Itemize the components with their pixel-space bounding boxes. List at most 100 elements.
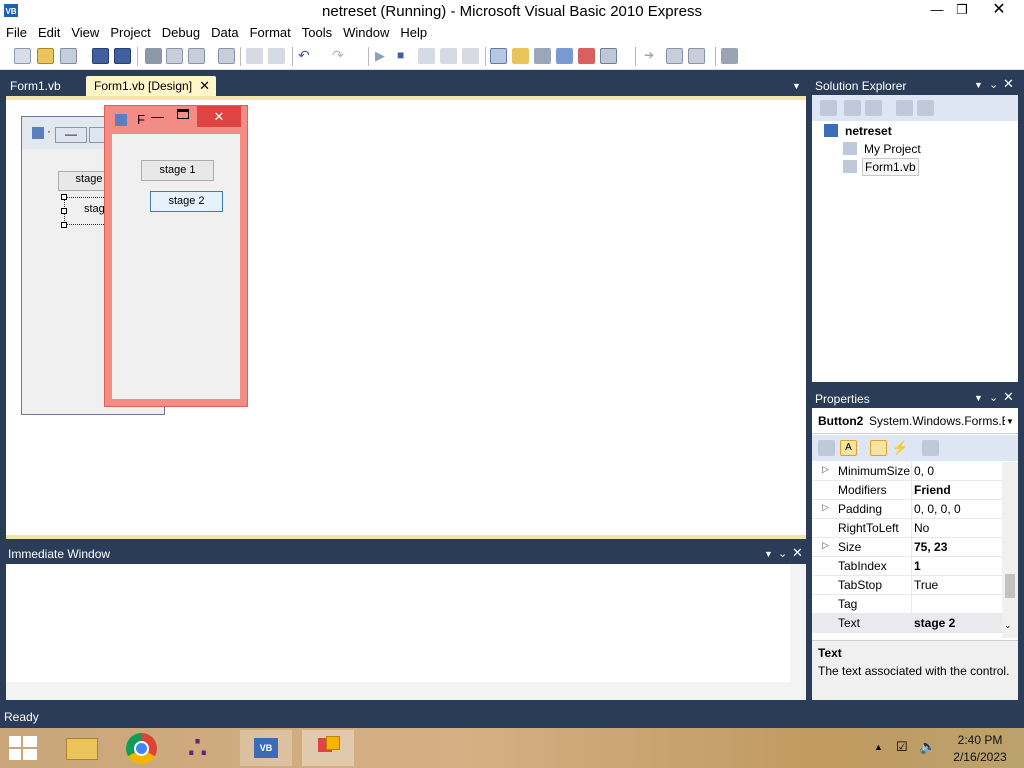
comment-block-icon[interactable] xyxy=(666,48,683,64)
form-close-button[interactable]: ✕ xyxy=(197,106,241,127)
close-pane-icon[interactable]: ✕ xyxy=(1003,76,1014,92)
paste-icon[interactable] xyxy=(188,48,205,64)
pin-icon[interactable]: ⌄ xyxy=(989,391,998,404)
menu-window[interactable]: Window xyxy=(337,22,394,40)
close-pane-icon[interactable]: ✕ xyxy=(1003,389,1014,405)
save-icon[interactable] xyxy=(92,48,109,64)
properties-icon[interactable] xyxy=(844,100,861,116)
running-app-taskbar-icon[interactable] xyxy=(302,730,354,766)
step-into-icon[interactable] xyxy=(418,48,435,64)
form-maximize-icon[interactable] xyxy=(177,109,189,119)
menu-help[interactable]: Help xyxy=(394,22,432,40)
close-button[interactable]: ✕ xyxy=(984,0,1014,22)
find-icon[interactable] xyxy=(218,48,235,64)
immediate-window[interactable] xyxy=(6,564,806,700)
step-out-icon[interactable] xyxy=(462,48,479,64)
window-dropdown-icon[interactable]: ▼ xyxy=(764,549,773,559)
categorized-icon[interactable] xyxy=(818,440,835,456)
chrome-icon[interactable] xyxy=(116,730,168,766)
object-selector[interactable]: Button2 System.Windows.Forms.E ▼ xyxy=(812,408,1018,434)
stop-icon[interactable]: ■ xyxy=(397,48,414,64)
immediate-scrollbar[interactable] xyxy=(790,564,806,700)
alphabetical-icon[interactable]: A xyxy=(840,440,857,456)
prop-row-minimumsize[interactable]: ▷ MinimumSize 0, 0 xyxy=(812,462,1002,481)
prop-row-righttoleft[interactable]: RightToLeft No xyxy=(812,519,1002,538)
menu-project[interactable]: Project xyxy=(104,22,155,40)
save-all-icon[interactable] xyxy=(114,48,131,64)
form1-node[interactable]: Form1.vb xyxy=(862,158,919,176)
add-item-icon[interactable] xyxy=(60,48,77,64)
clock[interactable]: 2:40 PM 2/16/2023 xyxy=(944,733,1016,764)
prop-value[interactable]: True xyxy=(914,578,1002,592)
options-dropdown-icon[interactable] xyxy=(721,48,738,64)
prop-value[interactable]: 0, 0, 0, 0 xyxy=(914,502,1002,516)
menu-view[interactable]: View xyxy=(65,22,104,40)
immediate-window-icon[interactable] xyxy=(600,48,617,64)
form-minimize-icon[interactable]: — xyxy=(151,109,164,124)
prop-value[interactable]: 1 xyxy=(914,559,1002,573)
comment-icon[interactable] xyxy=(246,48,263,64)
expand-icon[interactable]: ▷ xyxy=(822,502,829,513)
immediate-hscrollbar[interactable] xyxy=(6,682,790,700)
running-form[interactable]: F — ✕ stage 1 stage 2 xyxy=(104,105,248,407)
file-explorer-icon[interactable] xyxy=(56,730,108,766)
error-list-icon[interactable] xyxy=(578,48,595,64)
solution-explorer-icon[interactable] xyxy=(490,48,507,64)
my-project-node[interactable]: My Project xyxy=(864,142,921,156)
project-node[interactable]: netreset xyxy=(845,124,892,138)
resize-handle[interactable] xyxy=(61,208,67,214)
prop-value[interactable]: No xyxy=(914,521,1002,535)
uncomment-icon[interactable] xyxy=(268,48,285,64)
bookmark-icon[interactable] xyxy=(688,48,705,64)
prop-value[interactable]: stage 2 xyxy=(914,616,1002,630)
redo-icon[interactable]: ↷ xyxy=(332,48,349,64)
close-tab-icon[interactable]: ✕ xyxy=(199,78,210,94)
design-stage2-label[interactable]: stag xyxy=(84,203,105,215)
properties-view-icon[interactable] xyxy=(870,440,887,456)
pin-icon[interactable]: ⌄ xyxy=(989,78,998,91)
volume-icon[interactable]: 🔈 xyxy=(919,738,936,755)
menu-data[interactable]: Data xyxy=(205,22,243,40)
events-icon[interactable]: ⚡ xyxy=(892,440,909,456)
show-hidden-icons[interactable]: ▲ xyxy=(874,742,883,752)
prop-row-tabstop[interactable]: TabStop True xyxy=(812,576,1002,595)
vb-express-taskbar-icon[interactable]: VB xyxy=(240,730,292,766)
windows-start-icon[interactable] xyxy=(9,736,37,760)
toolbox-icon[interactable] xyxy=(534,48,551,64)
menu-file[interactable]: File xyxy=(0,22,32,40)
menu-format[interactable]: Format xyxy=(244,22,296,40)
copy-icon[interactable] xyxy=(166,48,183,64)
restore-button[interactable]: ❐ xyxy=(947,0,977,22)
prop-row-size[interactable]: ▷ Size 75, 23 xyxy=(812,538,1002,557)
menu-edit[interactable]: Edit xyxy=(32,22,65,40)
scroll-thumb[interactable] xyxy=(1005,574,1015,598)
prop-row-modifiers[interactable]: Modifiers Friend xyxy=(812,481,1002,500)
expand-icon[interactable]: ▷ xyxy=(822,464,829,475)
show-all-files-icon[interactable] xyxy=(820,100,837,116)
tab-form1-design[interactable]: Form1.vb [Design] ✕ xyxy=(86,76,217,97)
property-grid-scrollbar[interactable]: ⌄ xyxy=(1002,462,1018,638)
design-minimize-icon[interactable]: — xyxy=(55,127,87,143)
prop-value[interactable]: 75, 23 xyxy=(914,540,1002,554)
pin-icon[interactable]: ⌄ xyxy=(778,547,787,560)
continue-icon[interactable]: ▶ xyxy=(375,48,392,64)
tab-dropdown-icon[interactable]: ▼ xyxy=(792,81,801,91)
resize-handle[interactable] xyxy=(61,194,67,200)
prop-row-tabindex[interactable]: TabIndex 1 xyxy=(812,557,1002,576)
scroll-down-icon[interactable]: ⌄ xyxy=(1004,620,1012,631)
stage1-button[interactable]: stage 1 xyxy=(141,160,214,181)
view-code-icon[interactable] xyxy=(896,100,913,116)
prop-value[interactable]: 0, 0 xyxy=(914,464,1002,478)
properties-window-icon[interactable] xyxy=(512,48,529,64)
close-pane-icon[interactable]: ✕ xyxy=(792,545,803,561)
refresh-icon[interactable] xyxy=(865,100,882,116)
expand-icon[interactable]: ▷ xyxy=(822,540,829,551)
stage2-button[interactable]: stage 2 xyxy=(150,191,223,212)
window-dropdown-icon[interactable]: ▼ xyxy=(974,80,983,90)
open-folder-icon[interactable] xyxy=(37,48,54,64)
visual-studio-icon[interactable]: ∴ xyxy=(178,730,230,766)
tab-form1-code[interactable]: Form1.vb xyxy=(2,76,69,97)
undo-icon[interactable]: ↶ xyxy=(298,48,315,64)
network-icon[interactable]: ☑ xyxy=(896,739,908,755)
view-designer-icon[interactable] xyxy=(917,100,934,116)
